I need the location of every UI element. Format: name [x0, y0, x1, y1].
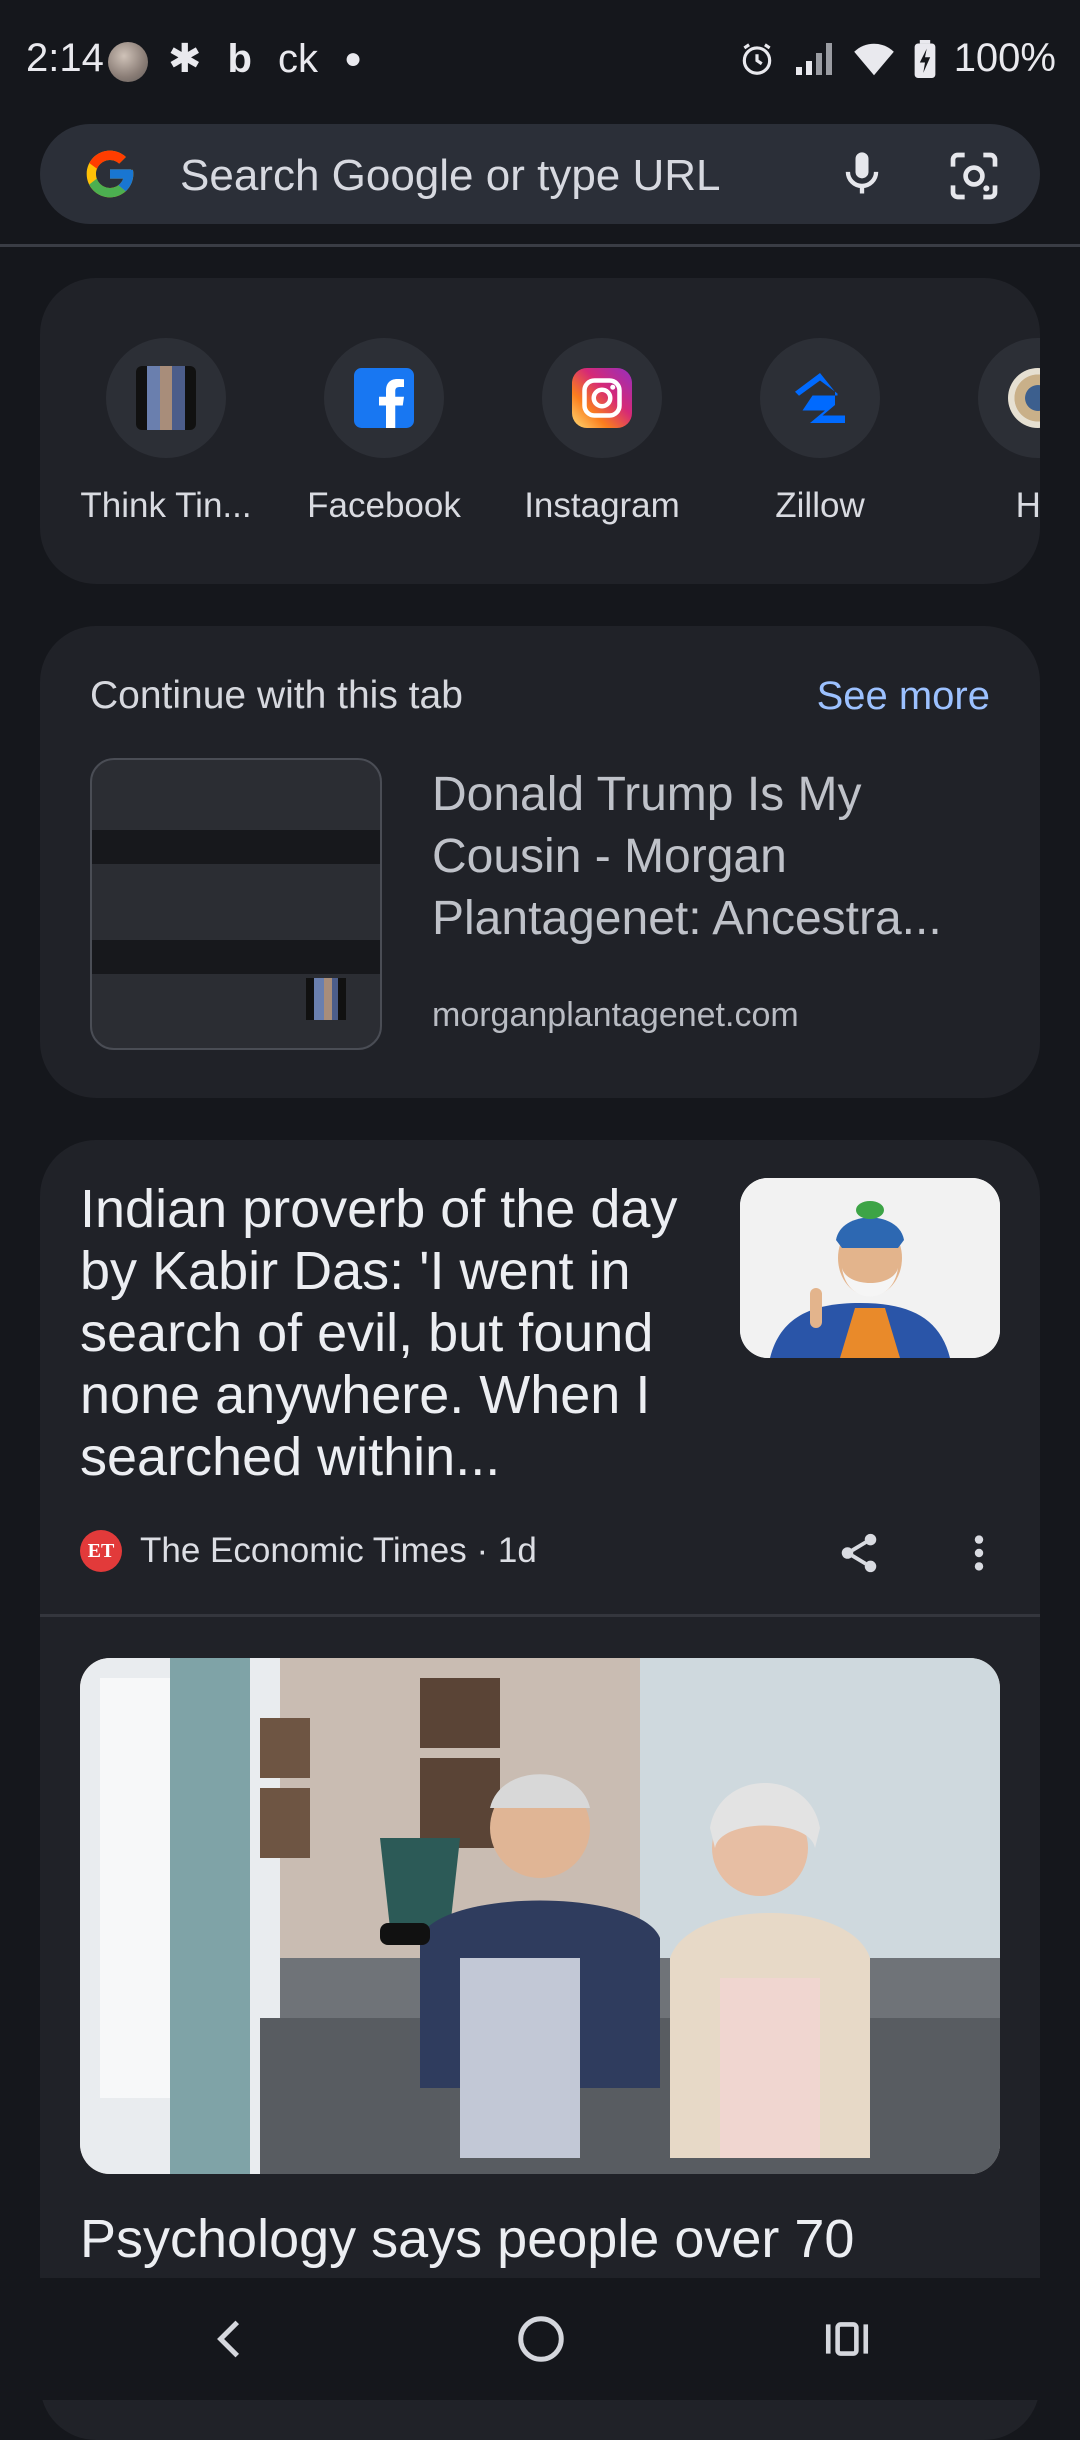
bing-icon: b: [227, 36, 252, 81]
kabir-illustration-icon: [740, 1178, 1000, 1358]
continue-tab-card[interactable]: Continue with this tab See more Donald T…: [40, 626, 1040, 1098]
tab-thumbnail[interactable]: [90, 758, 382, 1050]
shortcut-label: Ho: [1015, 486, 1040, 525]
search-input[interactable]: Search Google or type URL: [180, 151, 721, 201]
see-more-link[interactable]: See more: [817, 674, 990, 719]
shortcut-label: Facebook: [307, 486, 461, 525]
continue-tab-title: Continue with this tab: [90, 674, 463, 717]
system-nav-bar: [0, 2278, 1080, 2400]
signal-icon: [795, 42, 832, 75]
shortcut-label: Zillow: [775, 486, 865, 525]
article-source: The Economic Times · 1d: [140, 1531, 537, 1570]
search-bar[interactable]: Search Google or type URL: [40, 124, 1040, 224]
shortcut-think-tank[interactable]: Think Tin...: [76, 338, 256, 526]
divider: [0, 244, 1080, 247]
discover-feed-card: Indian proverb of the day by Kabir Das: …: [40, 1140, 1040, 2440]
avatar: [108, 42, 148, 82]
home-icon[interactable]: [514, 2312, 568, 2366]
tab-headline[interactable]: Donald Trump Is My Cousin - Morgan Plant…: [432, 764, 1002, 950]
status-time: 2:14: [26, 36, 104, 80]
notification-dot-icon: ●: [343, 42, 363, 75]
battery-icon: [914, 39, 936, 78]
carrier-text: ck: [277, 36, 318, 81]
shortcut-partial[interactable]: Ho: [948, 338, 1040, 526]
instagram-icon: [572, 368, 632, 428]
shortcuts-card: Think Tin... Facebook Instagram Zillow H: [40, 278, 1040, 584]
article-image[interactable]: [80, 1658, 1000, 2174]
tab-domain: morganplantagenet.com: [432, 996, 799, 1034]
shortcut-label: Instagram: [524, 486, 680, 525]
publisher-logo-icon: ET: [80, 1530, 122, 1572]
shortcut-facebook[interactable]: Facebook: [294, 338, 474, 526]
article-headline[interactable]: Psychology says people over 70: [80, 2206, 1020, 2272]
zillow-icon: [795, 373, 845, 423]
alarm-icon: [742, 42, 771, 75]
mic-icon[interactable]: [836, 148, 888, 200]
battery-percent: 100%: [953, 36, 1056, 80]
article-thumbnail[interactable]: [740, 1178, 1000, 1358]
lens-camera-icon[interactable]: [946, 148, 1002, 204]
wifi-icon: [853, 43, 894, 75]
article-headline[interactable]: Indian proverb of the day by Kabir Das: …: [80, 1178, 710, 1488]
partial-site-icon: [1008, 368, 1040, 428]
shortcut-instagram[interactable]: Instagram: [512, 338, 692, 526]
shortcut-zillow[interactable]: Zillow: [730, 338, 910, 526]
shortcut-label: Think Tin...: [80, 486, 252, 525]
more-options-icon[interactable]: [964, 1530, 994, 1576]
couple-photo-icon: [80, 1658, 1000, 2174]
facebook-icon: [354, 368, 414, 428]
favicon-icon: [306, 978, 346, 1020]
divider: [40, 1614, 1040, 1617]
slack-icon: ✱: [168, 37, 202, 81]
think-tank-thumbnail-icon: [136, 366, 196, 430]
google-logo-icon: [86, 150, 134, 198]
status-bar: 2:14 ✱ b ck ● 100%: [0, 0, 1080, 120]
recents-icon[interactable]: [822, 2314, 872, 2364]
share-icon[interactable]: [836, 1530, 882, 1576]
back-icon[interactable]: [206, 2314, 256, 2364]
